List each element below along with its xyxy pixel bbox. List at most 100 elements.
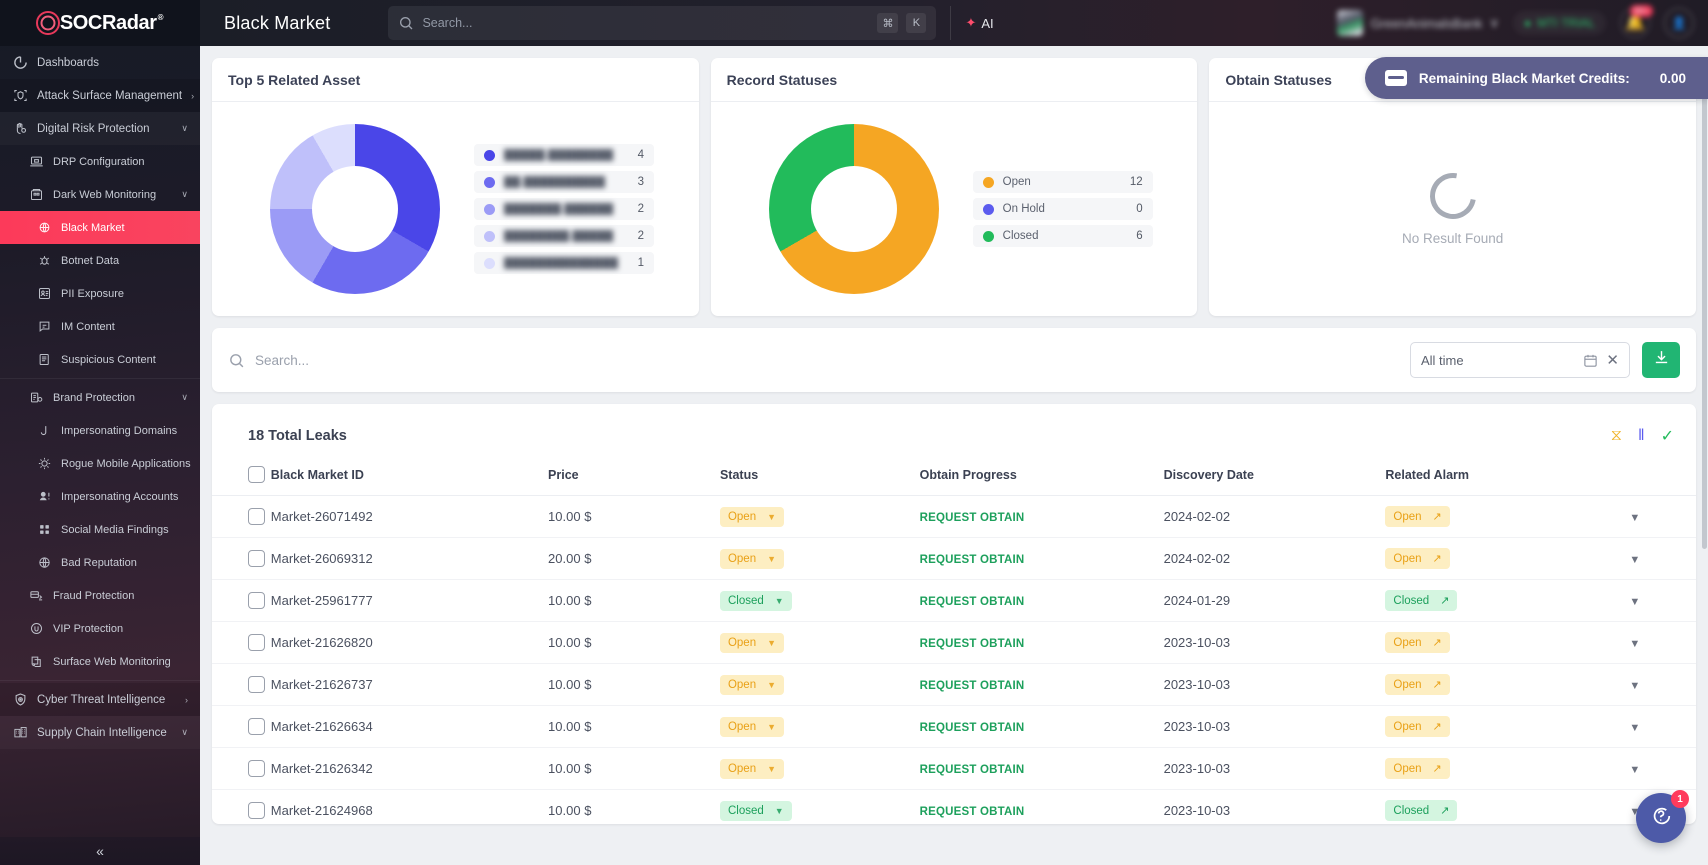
status-dropdown[interactable]: Closed ▼: [719, 590, 792, 611]
check-icon[interactable]: ✓: [1661, 426, 1674, 446]
column-header-price[interactable]: Price: [548, 456, 720, 496]
chevron-icon[interactable]: ∨: [181, 392, 188, 403]
org-switcher[interactable]: GreenAnimalsBank ∨: [1337, 10, 1499, 36]
expand-row-chevron-icon[interactable]: ▼: [1629, 680, 1640, 692]
request-obtain-button[interactable]: REQUEST OBTAIN: [920, 638, 1025, 650]
legend-item[interactable]: ███████.██████ 2: [474, 198, 654, 220]
column-header-related-alarm[interactable]: Related Alarm: [1385, 456, 1630, 496]
request-obtain-button[interactable]: REQUEST OBTAIN: [920, 764, 1025, 776]
expand-row-chevron-icon[interactable]: ▼: [1629, 596, 1640, 608]
sidebar-item-rogue-mobile-applications[interactable]: Rogue Mobile Applications: [0, 447, 200, 480]
related-alarm-link[interactable]: Open ↗: [1385, 632, 1450, 653]
request-obtain-button[interactable]: REQUEST OBTAIN: [920, 596, 1025, 608]
legend-item[interactable]: █████.████████ 4: [474, 144, 654, 166]
sidebar-item-surface-web-monitoring[interactable]: Surface Web Monitoring: [0, 645, 200, 678]
sidebar-item-social-media-findings[interactable]: Social Media Findings: [0, 513, 200, 546]
sidebar-item-cyber-threat-intelligence[interactable]: Cyber Threat Intelligence ›: [0, 683, 200, 716]
request-obtain-button[interactable]: REQUEST OBTAIN: [920, 512, 1025, 524]
chevron-icon[interactable]: ∨: [181, 123, 188, 134]
request-obtain-button[interactable]: REQUEST OBTAIN: [920, 554, 1025, 566]
column-header-discovery-date[interactable]: Discovery Date: [1163, 456, 1386, 496]
global-search[interactable]: ⌘ K: [388, 6, 937, 40]
sidebar-item-brand-protection[interactable]: Brand Protection ∨: [0, 381, 200, 414]
avatar[interactable]: 👤: [1664, 8, 1694, 38]
sidebar-item-digital-risk-protection[interactable]: Digital Risk Protection ∨: [0, 112, 200, 145]
table-row[interactable]: Market-21626820 10.00 $ Open ▼ REQUEST OBTAI…: [212, 621, 1696, 664]
table-search[interactable]: [228, 352, 1398, 369]
legend-item[interactable]: Open 12: [972, 171, 1153, 193]
sidebar-item-im-content[interactable]: IM Content: [0, 310, 200, 343]
table-row[interactable]: Market-21626634 10.00 $ Open ▼ REQUEST OBTAI…: [212, 705, 1696, 748]
row-checkbox[interactable]: [248, 592, 265, 609]
table-row[interactable]: Market-25961777 10.00 $ Closed ▼ REQUEST OBT…: [212, 579, 1696, 622]
legend-item[interactable]: ████████.█████ 2: [474, 225, 654, 247]
chevron-icon[interactable]: ∨: [181, 727, 188, 738]
row-checkbox[interactable]: [248, 634, 265, 651]
ai-assistant-button[interactable]: ✦ AI: [950, 6, 1007, 40]
sidebar-item-supply-chain-intelligence[interactable]: Supply Chain Intelligence ∨: [0, 716, 200, 749]
row-checkbox[interactable]: [248, 508, 265, 525]
table-search-input[interactable]: [255, 352, 1398, 368]
sidebar-item-suspicious-content[interactable]: Suspicious Content: [0, 343, 200, 376]
row-checkbox[interactable]: [248, 550, 265, 567]
sidebar-item-dashboards[interactable]: Dashboards: [0, 46, 200, 79]
sidebar-item-impersonating-domains[interactable]: Impersonating Domains: [0, 414, 200, 447]
related-alarm-link[interactable]: Open ↗: [1385, 716, 1450, 737]
request-obtain-button[interactable]: REQUEST OBTAIN: [920, 806, 1025, 818]
sidebar-item-pii-exposure[interactable]: PII Exposure: [0, 277, 200, 310]
table-row[interactable]: Market-26069312 20.00 $ Open ▼ REQUEST OBTAI…: [212, 537, 1696, 580]
related-alarm-link[interactable]: Closed ↗: [1385, 590, 1458, 611]
pause-icon[interactable]: ‖: [1638, 427, 1645, 445]
row-checkbox[interactable]: [248, 718, 265, 735]
sidebar-item-fraud-protection[interactable]: Fraud Protection: [0, 579, 200, 612]
status-dropdown[interactable]: Open ▼: [719, 716, 785, 737]
search-input[interactable]: [422, 16, 870, 30]
expand-row-chevron-icon[interactable]: ▼: [1629, 512, 1640, 524]
status-dropdown[interactable]: Open ▼: [719, 632, 785, 653]
select-all-checkbox[interactable]: [248, 466, 265, 483]
related-alarm-link[interactable]: Closed ↗: [1385, 800, 1458, 821]
sidebar-item-dark-web-monitoring[interactable]: Dark Web Monitoring ∨: [0, 178, 200, 211]
legend-item[interactable]: Closed 6: [972, 225, 1153, 247]
sidebar-item-botnet-data[interactable]: Botnet Data: [0, 244, 200, 277]
status-dropdown[interactable]: Open ▼: [719, 758, 785, 779]
legend-item[interactable]: ██.██████████ 3: [474, 171, 654, 193]
table-row[interactable]: Market-26071492 10.00 $ Open ▼ REQUEST OBTAI…: [212, 495, 1696, 538]
column-header-obtain-progress[interactable]: Obtain Progress: [919, 456, 1164, 496]
trial-badge[interactable]: ● MTI TRIAL: [1512, 11, 1606, 35]
column-header-black-market-id[interactable]: Black Market ID: [270, 456, 549, 496]
sidebar-item-bad-reputation[interactable]: Bad Reputation: [0, 546, 200, 579]
row-checkbox[interactable]: [248, 802, 265, 819]
legend-item[interactable]: On Hold 0: [972, 198, 1153, 220]
legend-item[interactable]: ██████████████ 1: [474, 252, 654, 274]
chevron-icon[interactable]: ∨: [181, 189, 188, 200]
related-alarm-link[interactable]: Open ↗: [1385, 674, 1450, 695]
sidebar-item-vip-protection[interactable]: VIP Protection: [0, 612, 200, 645]
sidebar-collapse-button[interactable]: «: [0, 837, 200, 865]
clear-date-icon[interactable]: ✕: [1606, 351, 1619, 369]
expand-row-chevron-icon[interactable]: ▼: [1629, 764, 1640, 776]
chat-help-button[interactable]: 1: [1636, 790, 1689, 843]
status-dropdown[interactable]: Open ▼: [719, 548, 785, 569]
page-scrollbar-thumb[interactable]: [1702, 94, 1707, 549]
column-header-status[interactable]: Status: [719, 456, 920, 496]
table-row[interactable]: Market-21626737 10.00 $ Open ▼ REQUEST OBTAI…: [212, 663, 1696, 706]
expand-row-chevron-icon[interactable]: ▼: [1629, 722, 1640, 734]
row-checkbox[interactable]: [248, 760, 265, 777]
notifications-button[interactable]: 🔔 99+: [1620, 5, 1653, 38]
chevron-icon[interactable]: ›: [185, 695, 188, 705]
row-checkbox[interactable]: [248, 676, 265, 693]
hourglass-icon[interactable]: ⧖: [1611, 427, 1622, 445]
chevron-icon[interactable]: ›: [191, 91, 194, 101]
download-button[interactable]: [1642, 342, 1680, 378]
related-alarm-link[interactable]: Open ↗: [1385, 758, 1450, 779]
related-alarm-link[interactable]: Open ↗: [1385, 548, 1450, 569]
table-row[interactable]: Market-21624968 10.00 $ Closed ▼ REQUEST OBT…: [212, 789, 1696, 824]
request-obtain-button[interactable]: REQUEST OBTAIN: [920, 680, 1025, 692]
status-dropdown[interactable]: Closed ▼: [719, 800, 792, 821]
table-row[interactable]: Market-21626342 10.00 $ Open ▼ REQUEST OBTAI…: [212, 747, 1696, 790]
sidebar-item-attack-surface-management[interactable]: Attack Surface Management ›: [0, 79, 200, 112]
expand-row-chevron-icon[interactable]: ▼: [1629, 554, 1640, 566]
request-obtain-button[interactable]: REQUEST OBTAIN: [920, 722, 1025, 734]
brand-logo[interactable]: SOCRadar ®: [0, 0, 200, 46]
